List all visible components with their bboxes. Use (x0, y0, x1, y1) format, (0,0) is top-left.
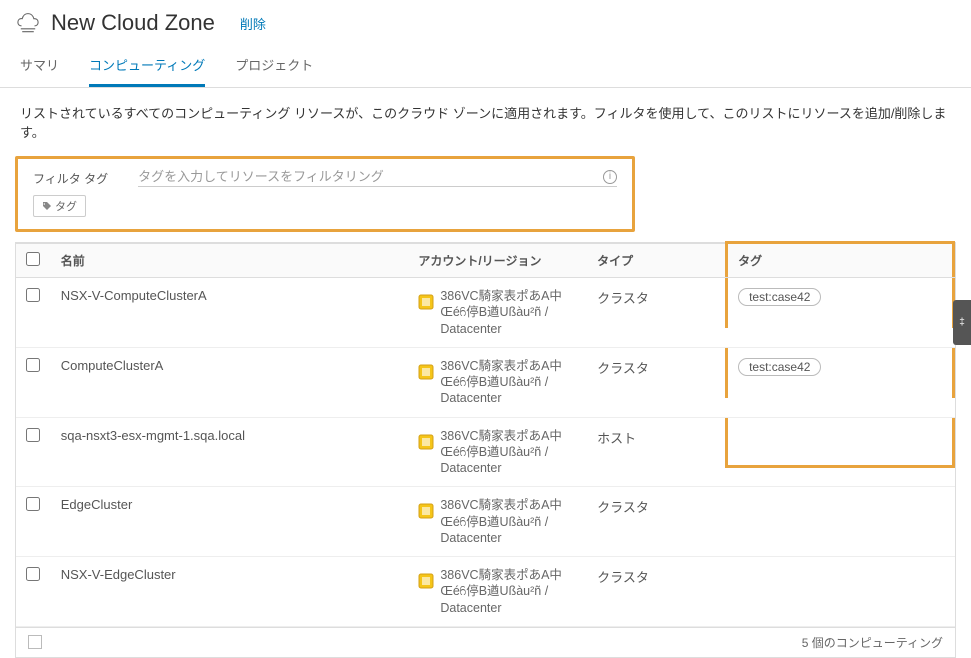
row-checkbox-cell (16, 557, 51, 627)
header-account[interactable]: アカウント/リージョン (408, 244, 587, 278)
tab-computing[interactable]: コンピューティング (89, 49, 205, 87)
row-type: クラスタ (587, 278, 725, 348)
row-name: NSX-V-ComputeClusterA (51, 278, 409, 348)
vcenter-icon (418, 503, 434, 519)
table-row[interactable]: ComputeClusterA386VC騎家表ポあA中Œéᦆ停B遒Ußàu²ñ … (16, 347, 955, 417)
tag-pill[interactable]: test:case42 (738, 288, 821, 306)
vcenter-icon (418, 573, 434, 589)
tabs: サマリ コンピューティング プロジェクト (0, 41, 971, 88)
page-title: New Cloud Zone (51, 10, 215, 36)
row-checkbox[interactable] (26, 428, 40, 442)
row-tags-cell: test:case42 (725, 278, 955, 348)
row-tags-cell (725, 557, 955, 627)
row-checkbox-cell (16, 347, 51, 417)
table-row[interactable]: NSX-V-EdgeCluster386VC騎家表ポあA中Œéᦆ停B遒Ußàu²… (16, 557, 955, 627)
row-account: 386VC騎家表ポあA中Œéᦆ停B遒Ußàu²ñ / Datacenter (408, 487, 587, 557)
row-account: 386VC騎家表ポあA中Œéᦆ停B遒Ußàu²ñ / Datacenter (408, 557, 587, 627)
vcenter-icon (418, 364, 434, 380)
filter-label: フィルタ タグ (33, 170, 108, 187)
scroll-indicator[interactable]: ‡ (953, 300, 971, 345)
row-type: ホスト (587, 417, 725, 487)
row-account: 386VC騎家表ポあA中Œéᦆ停B遒Ußàu²ñ / Datacenter (408, 347, 587, 417)
row-checkbox-cell (16, 487, 51, 557)
select-all-checkbox[interactable] (26, 252, 40, 266)
row-checkbox[interactable] (26, 358, 40, 372)
row-name: sqa-nsxt3-esx-mgmt-1.sqa.local (51, 417, 409, 487)
row-type: クラスタ (587, 347, 725, 417)
compute-table: 名前 アカウント/リージョン タイプ タグ NSX-V-ComputeClust… (15, 242, 956, 658)
row-account: 386VC騎家表ポあA中Œéᦆ停B遒Ußàu²ñ / Datacenter (408, 278, 587, 348)
column-settings-button[interactable] (28, 635, 42, 649)
tag-pill[interactable]: test:case42 (738, 358, 821, 376)
footer-count: 5 個のコンピューティング (802, 634, 943, 651)
filter-tag-input[interactable] (138, 169, 595, 184)
row-tags-cell (725, 417, 955, 487)
row-tags-cell: test:case42 (725, 347, 955, 417)
row-name: ComputeClusterA (51, 347, 409, 417)
row-type: クラスタ (587, 557, 725, 627)
page-header: New Cloud Zone 削除 (0, 0, 971, 41)
row-checkbox[interactable] (26, 497, 40, 511)
row-account: 386VC騎家表ポあA中Œéᦆ停B遒Ußàu²ñ / Datacenter (408, 417, 587, 487)
header-checkbox-cell (16, 244, 51, 278)
table-row[interactable]: EdgeCluster386VC騎家表ポあA中Œéᦆ停B遒Ußàu²ñ / Da… (16, 487, 955, 557)
tag-icon (42, 201, 52, 211)
description-text: リストされているすべてのコンピューティング リソースが、このクラウド ゾーンに適… (0, 88, 971, 151)
row-checkbox-cell (16, 417, 51, 487)
delete-link[interactable]: 削除 (240, 14, 266, 33)
row-checkbox[interactable] (26, 567, 40, 581)
cloud-zone-icon (15, 10, 41, 36)
table-footer: 5 個のコンピューティング (16, 627, 955, 657)
row-type: クラスタ (587, 487, 725, 557)
table-row[interactable]: sqa-nsxt3-esx-mgmt-1.sqa.local386VC騎家表ポあ… (16, 417, 955, 487)
vcenter-icon (418, 294, 434, 310)
tab-project[interactable]: プロジェクト (235, 49, 313, 87)
header-type[interactable]: タイプ (587, 244, 725, 278)
table-row[interactable]: NSX-V-ComputeClusterA386VC騎家表ポあA中Œéᦆ停B遒U… (16, 278, 955, 348)
row-checkbox-cell (16, 278, 51, 348)
row-checkbox[interactable] (26, 288, 40, 302)
row-name: NSX-V-EdgeCluster (51, 557, 409, 627)
header-name[interactable]: 名前 (51, 244, 409, 278)
filter-section: フィルタ タグ i タグ (15, 156, 635, 232)
tags-button[interactable]: タグ (33, 195, 86, 217)
tab-summary[interactable]: サマリ (20, 49, 59, 87)
info-icon[interactable]: i (603, 170, 617, 184)
row-name: EdgeCluster (51, 487, 409, 557)
header-tags[interactable]: タグ (725, 244, 955, 278)
row-tags-cell (725, 487, 955, 557)
vcenter-icon (418, 434, 434, 450)
